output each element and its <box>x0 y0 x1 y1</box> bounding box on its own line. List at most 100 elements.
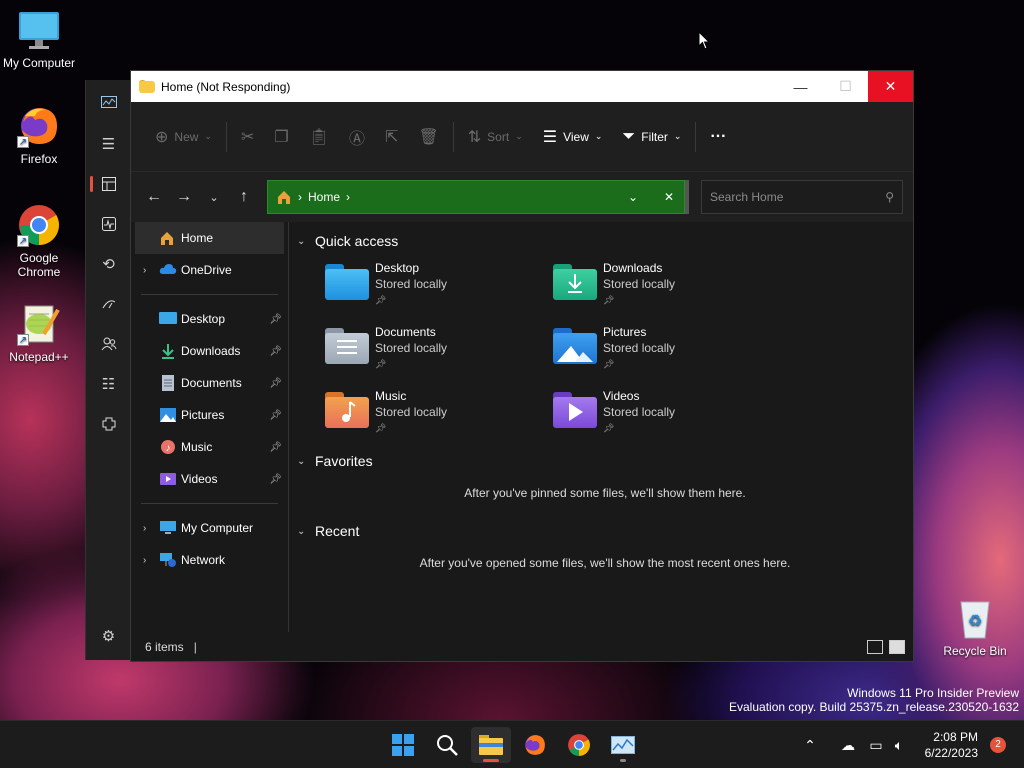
running-indicator <box>620 759 626 762</box>
copy-button[interactable]: ❐ <box>264 120 298 154</box>
search-button[interactable] <box>427 727 467 763</box>
taskbar-task-manager[interactable] <box>603 727 643 763</box>
quick-access-item[interactable]: Videos Stored locally 📌︎ <box>553 382 781 446</box>
search-box[interactable]: ⚲ <box>701 180 903 214</box>
nav-item-music[interactable]: ♪ Music 📌︎ <box>131 431 288 463</box>
section-title: Favorites <box>315 453 373 469</box>
minimize-button[interactable]: — <box>778 71 823 102</box>
expand-chevron-icon[interactable]: › <box>143 555 159 566</box>
new-button[interactable]: ⊕ New ⌄ <box>145 120 222 154</box>
clock[interactable]: 2:08 PM 6/22/2023 <box>925 729 978 761</box>
nav-item-onedrive[interactable]: › OneDrive <box>131 254 288 286</box>
quick-access-item[interactable]: Downloads Stored locally 📌︎ <box>553 254 781 318</box>
view-button[interactable]: ☰ View ⌄ <box>533 120 613 154</box>
trash-icon: 🗑︎ <box>418 128 439 146</box>
performance-icon[interactable] <box>86 204 131 244</box>
quick-access-item[interactable]: Documents Stored locally 📌︎ <box>325 318 553 382</box>
nav-item-my-computer[interactable]: › My Computer <box>131 512 288 544</box>
address-dropdown-icon[interactable]: ⌄ <box>618 190 648 204</box>
up-button[interactable]: ↑ <box>229 182 259 212</box>
rename-button[interactable]: Ⓐ <box>339 120 375 154</box>
nav-item-documents[interactable]: Documents 📌︎ <box>131 367 288 399</box>
settings-gear-icon[interactable]: ⚙ <box>86 616 131 656</box>
network-monitor-icon[interactable]: ▭ <box>864 737 888 754</box>
folder-name: Music <box>375 389 407 403</box>
cloud-offline-icon[interactable]: ☁ <box>832 737 864 754</box>
nav-item-label: Home <box>181 231 214 245</box>
folder-status: Stored locally <box>375 405 448 419</box>
filter-button[interactable]: ⏷ Filter ⌄ <box>612 120 691 154</box>
cut-button[interactable]: ✂ <box>231 120 264 154</box>
address-row: ← → ⌄ ↑ › Home › ⌄ ✕ ⚲ <box>131 172 913 222</box>
share-icon: ⇱ <box>385 128 399 146</box>
address-bar[interactable]: › Home › ⌄ ✕ <box>267 180 685 214</box>
address-clear-icon[interactable]: ✕ <box>654 190 684 204</box>
desktop-icon-label: Firefox <box>20 152 58 166</box>
nav-item-network[interactable]: › Network <box>131 544 288 576</box>
downloads-folder-icon <box>553 264 597 300</box>
folder-icon <box>479 735 503 755</box>
expand-chevron-icon[interactable]: › <box>143 265 159 276</box>
desktop-icon-google-chrome[interactable]: ↗ Google Chrome <box>1 203 77 279</box>
back-button[interactable]: ← <box>139 182 169 212</box>
details-view-icon[interactable] <box>867 639 883 654</box>
delete-button[interactable]: 🗑︎ <box>408 120 448 154</box>
show-hidden-icons-chevron-icon[interactable]: ⌃ <box>800 737 820 754</box>
quick-access-item[interactable]: Pictures Stored locally 📌︎ <box>553 318 781 382</box>
rename-icon: Ⓐ <box>349 130 366 148</box>
chevron-down-icon: ⌄ <box>297 525 306 537</box>
notification-badge[interactable]: 2 <box>990 737 1006 753</box>
desktop-icon-notepad-plus-plus[interactable]: ↗ Notepad++ <box>1 302 77 364</box>
maximize-button[interactable]: ☐ <box>823 71 868 102</box>
nav-item-home[interactable]: Home <box>135 222 284 254</box>
quick-access-header[interactable]: ⌄ Quick access <box>297 228 913 254</box>
desktop-icon-my-computer[interactable]: My Computer <box>1 8 77 70</box>
close-button[interactable]: ✕ <box>868 71 913 102</box>
taskbar-firefox[interactable] <box>515 727 555 763</box>
network-icon <box>159 552 177 568</box>
app-history-icon[interactable]: ⟲ <box>86 244 131 284</box>
start-button[interactable] <box>383 727 423 763</box>
startup-apps-icon[interactable] <box>86 284 131 324</box>
desktop-icon-recycle-bin[interactable]: ♻ Recycle Bin <box>937 596 1013 658</box>
paste-button[interactable]: 📋︎ <box>299 120 339 154</box>
breadcrumb-home[interactable]: Home <box>308 190 340 204</box>
nav-item-pictures[interactable]: Pictures 📌︎ <box>131 399 288 431</box>
quick-access-item[interactable]: Music Stored locally 📌︎ <box>325 382 553 446</box>
command-bar: ⊕ New ⌄ ✂ ❐ 📋︎ Ⓐ ⇱ 🗑︎ ⇅ Sort ⌄ ☰ View ⌄ … <box>131 102 913 172</box>
download-arrow-icon <box>159 343 177 359</box>
title-bar[interactable]: Home (Not Responding) — ☐ ✕ <box>131 71 913 102</box>
nav-item-desktop[interactable]: Desktop 📌︎ <box>131 303 288 335</box>
more-options-button[interactable]: ··· <box>700 120 736 154</box>
sort-button[interactable]: ⇅ Sort ⌄ <box>458 120 533 154</box>
services-icon[interactable] <box>86 404 131 444</box>
nav-item-downloads[interactable]: Downloads 📌︎ <box>131 335 288 367</box>
nav-divider <box>141 503 278 504</box>
taskbar-file-explorer[interactable] <box>471 727 511 763</box>
processes-icon[interactable] <box>86 164 131 204</box>
nav-item-label: Network <box>181 553 226 567</box>
details-icon[interactable]: ☷ <box>86 364 131 404</box>
taskbar-chrome[interactable] <box>559 727 599 763</box>
recent-empty-message: After you've opened some files, we'll sh… <box>419 556 791 570</box>
pin-icon: 📌︎ <box>603 295 615 305</box>
search-input[interactable] <box>710 190 886 204</box>
quick-access-item[interactable]: Desktop Stored locally 📌︎ <box>325 254 553 318</box>
expand-chevron-icon[interactable]: › <box>143 523 159 534</box>
forward-button[interactable]: → <box>169 182 199 212</box>
desktop-icon-firefox[interactable]: ↗ Firefox <box>1 104 77 166</box>
sort-button-label: Sort <box>487 129 510 144</box>
music-folder-icon <box>325 392 369 428</box>
tiles-view-icon[interactable] <box>889 639 905 654</box>
toolbar-divider <box>225 121 227 152</box>
users-icon[interactable] <box>86 324 131 364</box>
hamburger-menu-icon[interactable]: ☰ <box>86 124 131 164</box>
favorites-header[interactable]: ⌄ Favorites <box>297 448 913 474</box>
volume-icon[interactable]: 🔈︎ <box>888 737 910 754</box>
recent-locations-button[interactable]: ⌄ <box>199 182 229 212</box>
desktop-folder-icon <box>325 264 369 300</box>
nav-item-videos[interactable]: Videos 📌︎ <box>131 463 288 495</box>
scissors-icon: ✂ <box>240 128 255 146</box>
recent-header[interactable]: ⌄ Recent <box>297 518 913 544</box>
share-button[interactable]: ⇱ <box>375 120 408 154</box>
